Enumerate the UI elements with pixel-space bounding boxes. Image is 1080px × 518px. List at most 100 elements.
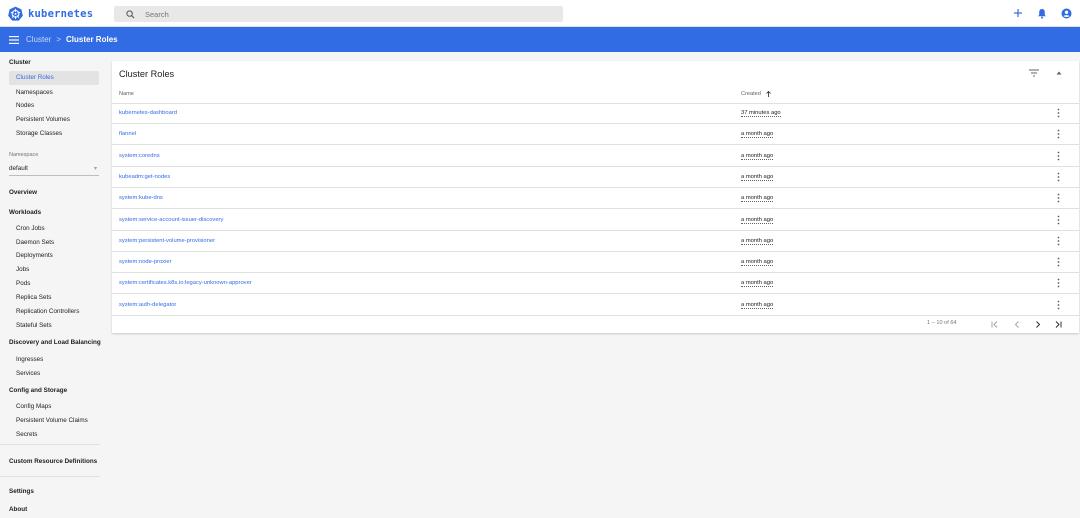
row-name-link[interactable]: flannel (119, 131, 136, 137)
row-created: a month ago (741, 195, 774, 203)
kebab-menu-icon[interactable] (1057, 215, 1060, 227)
sidebar-item-secrets[interactable]: Secrets (16, 431, 37, 438)
search-input[interactable] (143, 8, 547, 20)
first-page-icon[interactable] (989, 318, 1001, 330)
sidebar-item-cluster-roles[interactable]: Cluster Roles (9, 71, 99, 85)
sidebar: Cluster Cluster Roles Namespaces Nodes P… (0, 52, 104, 518)
previous-page-icon[interactable] (1011, 318, 1023, 330)
sidebar-item-storage-classes[interactable]: Storage Classes (16, 130, 62, 137)
table-row[interactable]: system:certificates.k8s.io:legacy-unknow… (112, 273, 1079, 295)
kebab-menu-icon[interactable] (1057, 193, 1060, 205)
account-icon[interactable] (1059, 6, 1073, 20)
plus-icon[interactable] (1011, 6, 1025, 20)
sidebar-item-deployments[interactable]: Deployments (16, 252, 53, 259)
table-row[interactable]: system:kube-dns a month ago (112, 188, 1079, 210)
sidebar-item-replication-controllers[interactable]: Replication Controllers (16, 308, 79, 315)
sidebar-item-crd[interactable]: Custom Resource Definitions (9, 458, 97, 465)
sidebar-item-daemon-sets[interactable]: Daemon Sets (16, 239, 54, 246)
row-created: a month ago (741, 259, 774, 267)
sidebar-header-discovery[interactable]: Discovery and Load Balancing (9, 339, 101, 346)
brand-name: kubernetes (28, 7, 94, 20)
breadcrumb-cluster[interactable]: Cluster (26, 35, 51, 44)
row-name-link[interactable]: system:coredns (119, 153, 160, 159)
row-name-link[interactable]: system:certificates.k8s.io:legacy-unknow… (119, 280, 252, 286)
sidebar-item-overview[interactable]: Overview (9, 189, 37, 196)
table-row[interactable]: system:persistent-volume-provisioner a mo… (112, 231, 1079, 252)
row-created: a month ago (741, 280, 774, 288)
sidebar-divider (0, 444, 100, 445)
pagination: 1 – 10 of 64 (112, 315, 1079, 333)
search-icon (126, 9, 135, 19)
next-page-icon[interactable] (1032, 318, 1044, 330)
sidebar-item-cron-jobs[interactable]: Cron Jobs (16, 225, 45, 232)
kebab-menu-icon[interactable] (1057, 108, 1060, 120)
kebab-menu-icon[interactable] (1057, 236, 1060, 248)
kebab-menu-icon[interactable] (1057, 172, 1060, 184)
row-created: a month ago (741, 173, 774, 181)
sidebar-item-pods[interactable]: Pods (16, 280, 30, 287)
last-page-icon[interactable] (1052, 318, 1064, 330)
sidebar-item-nodes[interactable]: Nodes (16, 102, 34, 109)
sidebar-header-cluster[interactable]: Cluster (9, 59, 31, 66)
top-actions (1011, 6, 1073, 20)
kebab-menu-icon[interactable] (1057, 257, 1060, 269)
kebab-menu-icon[interactable] (1057, 151, 1060, 163)
menu-icon[interactable] (9, 35, 19, 44)
sidebar-divider (0, 476, 100, 477)
search-box[interactable] (114, 6, 563, 22)
kebab-menu-icon[interactable] (1057, 278, 1060, 290)
column-header-created[interactable]: Created (741, 91, 771, 97)
row-name-link[interactable]: system:auth-delegator (119, 302, 176, 308)
row-name-link[interactable]: kubernetes-dashboard (119, 110, 177, 116)
sidebar-item-about[interactable]: About (9, 506, 27, 513)
sidebar-item-replica-sets[interactable]: Replica Sets (16, 294, 51, 301)
row-name-link[interactable]: system:kube-dns (119, 195, 163, 201)
breadcrumb-bar: Cluster > Cluster Roles (0, 27, 1080, 52)
kebab-menu-icon[interactable] (1057, 129, 1060, 141)
sidebar-item-ingresses[interactable]: Ingresses (16, 356, 43, 363)
namespace-select[interactable]: default ▾ (9, 162, 99, 176)
sidebar-header-config[interactable]: Config and Storage (9, 387, 67, 394)
sidebar-header-workloads[interactable]: Workloads (9, 209, 41, 216)
brand[interactable]: kubernetes (8, 5, 93, 22)
cluster-roles-card: Cluster Roles Name Created kubernetes-da… (112, 61, 1079, 333)
row-created: a month ago (741, 131, 774, 139)
column-header-created-label: Created (741, 91, 761, 97)
namespace-label: Namespace (9, 152, 39, 158)
row-name-link[interactable]: system:service-account-issuer-discovery (119, 217, 223, 223)
sidebar-item-persistent-volume-claims[interactable]: Persistent Volume Claims (16, 417, 88, 424)
table-row[interactable]: system:coredns a month ago (112, 146, 1079, 167)
breadcrumb-separator: > (56, 35, 62, 44)
sidebar-item-settings[interactable]: Settings (9, 488, 34, 495)
bell-icon[interactable] (1035, 6, 1049, 20)
sidebar-item-stateful-sets[interactable]: Stateful Sets (16, 322, 52, 329)
sidebar-item-services[interactable]: Services (16, 370, 40, 377)
sort-arrow-up-icon (766, 91, 771, 97)
column-header-name[interactable]: Name (119, 91, 134, 97)
table-row[interactable]: kubeadm:get-nodes a month ago (112, 167, 1079, 188)
row-name-link[interactable]: kubeadm:get-nodes (119, 174, 170, 180)
collapse-icon[interactable] (1056, 70, 1062, 77)
filter-icon[interactable] (1029, 69, 1039, 79)
row-name-link[interactable]: system:node-proxier (119, 259, 172, 265)
card-title: Cluster Roles (119, 69, 175, 79)
pagination-range: 1 – 10 of 64 (927, 320, 957, 326)
row-created: a month ago (741, 216, 774, 224)
row-name-link[interactable]: system:persistent-volume-provisioner (119, 238, 215, 244)
sidebar-item-jobs[interactable]: Jobs (16, 266, 29, 273)
top-bar: kubernetes (0, 0, 1080, 27)
table-row[interactable]: system:node-proxier a month ago (112, 252, 1079, 274)
sidebar-item-config-maps[interactable]: Config Maps (16, 403, 51, 410)
row-created: a month ago (741, 237, 774, 245)
namespace-value: default (9, 165, 28, 172)
table-row[interactable]: system:auth-delegator a month ago (112, 295, 1079, 316)
kebab-menu-icon[interactable] (1057, 300, 1060, 312)
chevron-down-icon: ▾ (93, 166, 97, 172)
sidebar-item-persistent-volumes[interactable]: Persistent Volumes (16, 116, 70, 123)
table-row[interactable]: system:service-account-issuer-discovery a… (112, 210, 1079, 231)
table-header: Name Created (112, 86, 1079, 104)
table-row[interactable]: kubernetes-dashboard 37 minutes ago (112, 103, 1079, 124)
table-row[interactable]: flannel a month ago (112, 124, 1079, 146)
row-created: 37 minutes ago (741, 110, 781, 117)
sidebar-item-namespaces[interactable]: Namespaces (16, 89, 53, 96)
